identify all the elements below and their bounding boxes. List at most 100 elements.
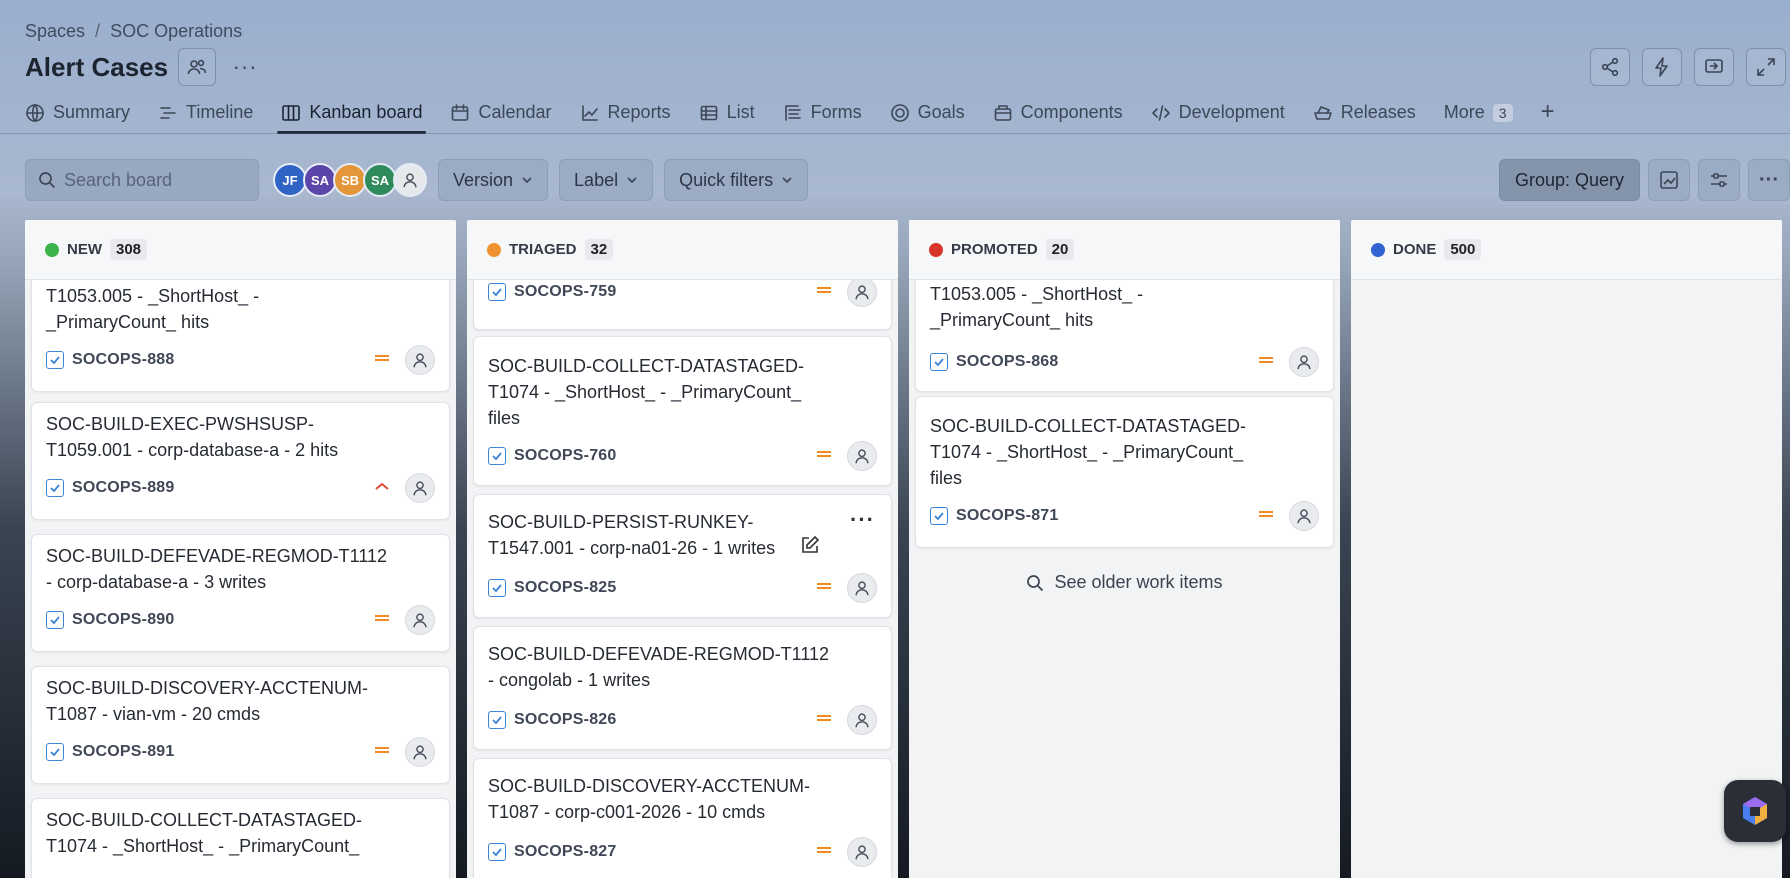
share-button[interactable] — [1590, 48, 1630, 86]
card-key[interactable]: SOCOPS-826 — [514, 711, 616, 729]
breadcrumb-spaces[interactable]: Spaces — [25, 21, 85, 42]
person-icon — [413, 353, 427, 368]
tab-list[interactable]: List — [699, 98, 755, 131]
assistant-button[interactable] — [1724, 780, 1786, 842]
work-item-card[interactable]: SOC-BUILD-DISCOVERY-ACCTENUM- T1087 - cor… — [473, 758, 892, 878]
work-item-card[interactable]: SOC-BUILD-EXEC-PWSHSUSP- T1059.001 - corp… — [31, 402, 450, 520]
tab-more[interactable]: More 3 — [1444, 98, 1513, 131]
assignee-avatar[interactable] — [1289, 347, 1319, 377]
person-icon — [413, 613, 427, 628]
work-item-card[interactable]: SOC-BUILD-COLLECT-DATASTAGED- T1074 - _Sh… — [31, 798, 450, 878]
tab-timeline[interactable]: Timeline — [158, 98, 253, 131]
card-key[interactable]: SOCOPS-888 — [72, 351, 174, 369]
card-key[interactable]: SOCOPS-827 — [514, 843, 616, 861]
ellipsis-icon: ··· — [232, 54, 258, 79]
more-actions-button[interactable]: ··· — [226, 48, 264, 86]
quick-filters-button[interactable]: Quick filters — [664, 159, 809, 201]
assignee-avatar[interactable] — [847, 280, 877, 307]
work-item-card[interactable]: SOC-BUILD-COLLECT-DATASTAGED- T1074 - _Sh… — [915, 396, 1334, 548]
work-item-card[interactable]: SOC-BUILD-PERSIST-RUNKEY- T1547.001 - cor… — [473, 494, 892, 618]
avatar-unassigned[interactable] — [393, 163, 427, 197]
card-more-button[interactable]: ··· — [850, 507, 875, 533]
label-filter-button[interactable]: Label — [559, 159, 654, 201]
card-key[interactable]: SOCOPS-890 — [72, 611, 174, 629]
card-title-line: T1074 - _ShortHost_ - _PrimaryCount_ — [488, 382, 802, 402]
version-filter-button[interactable]: Version — [438, 159, 549, 201]
feedback-button[interactable] — [1694, 48, 1734, 86]
work-item-card[interactable]: SOC-BUILD-DEFEVADE-REGMOD-T1112 - congola… — [473, 626, 892, 750]
card-key[interactable]: SOCOPS-889 — [72, 479, 174, 497]
work-item-card[interactable]: SOC-BUILD-DISCOVERY-ACCTENUM- T1087 - via… — [31, 666, 450, 784]
card-title: SOC-BUILD-EXEC-PWSHSUSP- T1059.001 - corp… — [46, 411, 399, 463]
assignee-avatar[interactable] — [847, 705, 877, 735]
column-header[interactable]: NEW 308 — [25, 220, 456, 280]
insights-button[interactable] — [1648, 159, 1690, 201]
card-title-line: T1547.001 - corp-na01-26 - 1 writes — [488, 538, 776, 558]
tab-development[interactable]: Development — [1151, 98, 1285, 131]
edit-icon[interactable] — [800, 535, 820, 560]
card-title-line: SOC-BUILD-COLLECT-DATASTAGED- — [488, 356, 805, 376]
avatar[interactable]: JF — [273, 163, 307, 197]
assignee-avatar[interactable] — [405, 605, 435, 635]
search-icon — [1027, 574, 1044, 591]
board-more-button[interactable]: ··· — [1748, 159, 1790, 201]
assignee-avatar[interactable] — [847, 441, 877, 471]
task-type-icon — [46, 479, 64, 497]
card-title: T1053.005 - _ShortHost_ - _PrimaryCount_ … — [46, 283, 399, 335]
tab-releases[interactable]: Releases — [1313, 98, 1416, 131]
column-header[interactable]: PROMOTED 20 — [909, 220, 1340, 280]
tab-calendar[interactable]: Calendar — [450, 98, 552, 131]
assignee-avatar[interactable] — [405, 473, 435, 503]
view-settings-button[interactable] — [1698, 159, 1740, 201]
fullscreen-button[interactable] — [1746, 48, 1786, 86]
work-item-card[interactable]: SOC-BUILD-COLLECT-DATASTAGED- T1074 - _Sh… — [473, 336, 892, 486]
add-tab-button[interactable]: + — [1541, 96, 1555, 132]
card-key[interactable]: SOCOPS-871 — [956, 507, 1058, 525]
forms-icon — [784, 104, 801, 121]
see-older-button[interactable]: See older work items — [909, 572, 1340, 593]
breadcrumb: Spaces / SOC Operations — [25, 21, 242, 42]
tab-goals[interactable]: Goals — [890, 98, 965, 131]
breadcrumb-separator: / — [95, 21, 101, 41]
assignee-avatar[interactable] — [847, 573, 877, 603]
avatar[interactable]: SB — [333, 163, 367, 197]
column-header[interactable]: TRIAGED 32 — [467, 220, 898, 280]
assignee-avatar[interactable] — [1289, 501, 1319, 531]
avatar[interactable]: SA — [303, 163, 337, 197]
work-item-card[interactable]: SOCOPS-759 — [473, 280, 892, 330]
tab-forms[interactable]: Forms — [783, 98, 862, 131]
tab-kanban-board[interactable]: Kanban board — [277, 98, 427, 134]
card-key[interactable]: SOCOPS-868 — [956, 353, 1058, 371]
breadcrumb-soc-operations[interactable]: SOC Operations — [110, 21, 242, 42]
card-key[interactable]: SOCOPS-891 — [72, 743, 174, 761]
work-item-card[interactable]: T1053.005 - _ShortHost_ - _PrimaryCount_ … — [31, 280, 450, 392]
column-header[interactable]: DONE 500 — [1351, 220, 1782, 280]
card-title: SOC-BUILD-COLLECT-DATASTAGED- T1074 - _Sh… — [46, 807, 399, 859]
card-key[interactable]: SOCOPS-760 — [514, 447, 616, 465]
team-button[interactable] — [178, 48, 217, 86]
label-filter-label: Label — [574, 169, 619, 190]
tab-label: Reports — [607, 102, 671, 122]
automation-button[interactable] — [1642, 48, 1682, 86]
tab-summary[interactable]: Summary — [25, 98, 130, 131]
work-item-card[interactable]: T1053.005 - _ShortHost_ - _PrimaryCount_ … — [915, 280, 1334, 392]
components-icon — [994, 104, 1011, 121]
assignee-avatar[interactable] — [847, 837, 877, 867]
group-by-button[interactable]: Group: Query — [1498, 159, 1640, 201]
search-input[interactable] — [64, 169, 244, 191]
sliders-icon — [1711, 173, 1727, 187]
priority-medium-icon — [373, 351, 391, 369]
task-type-icon — [46, 611, 64, 629]
work-item-card[interactable]: SOC-BUILD-DEFEVADE-REGMOD-T1112 - corp-da… — [31, 534, 450, 652]
assignee-avatar[interactable] — [405, 345, 435, 375]
person-icon — [1297, 509, 1311, 524]
chevron-down-icon — [782, 177, 792, 184]
search-box[interactable] — [25, 159, 259, 201]
tab-reports[interactable]: Reports — [580, 98, 671, 131]
card-key[interactable]: SOCOPS-759 — [514, 283, 616, 301]
assignee-avatar[interactable] — [405, 737, 435, 767]
card-title-line: T1087 - corp-c001-2026 - 10 cmds — [488, 802, 766, 822]
card-key[interactable]: SOCOPS-825 — [514, 579, 616, 597]
avatar[interactable]: SA — [363, 163, 397, 197]
tab-components[interactable]: Components — [993, 98, 1123, 131]
